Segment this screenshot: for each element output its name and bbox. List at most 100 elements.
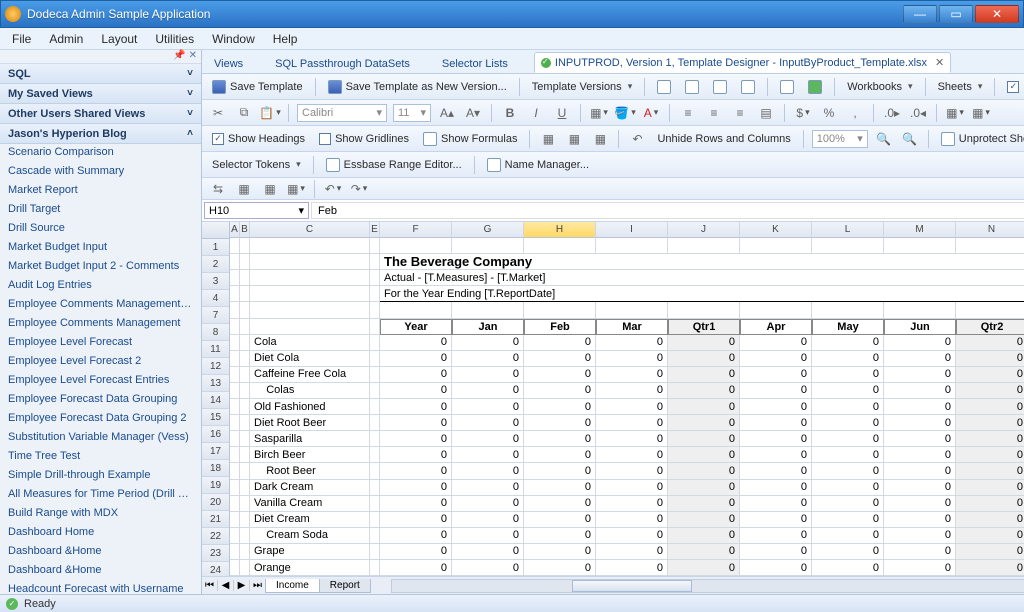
sidebar-item[interactable]: Drill Source bbox=[0, 220, 201, 239]
cell[interactable]: Root Beer bbox=[250, 463, 370, 479]
cell[interactable] bbox=[230, 351, 240, 367]
cell[interactable]: 0 bbox=[668, 335, 740, 351]
border-button[interactable]: ▦ bbox=[589, 104, 609, 122]
styles-button[interactable]: ▦ bbox=[945, 104, 965, 122]
col-header[interactable]: N bbox=[956, 222, 1024, 238]
cell[interactable]: Mar bbox=[596, 319, 668, 335]
cell[interactable] bbox=[370, 351, 380, 367]
tab-sql[interactable]: SQL Passthrough DataSets bbox=[269, 55, 416, 73]
cell[interactable]: 0 bbox=[524, 431, 596, 447]
tb-icon-3[interactable] bbox=[709, 78, 731, 96]
row-header[interactable]: 8 bbox=[202, 324, 229, 341]
cell[interactable]: 0 bbox=[884, 544, 956, 560]
cell[interactable]: For the Year Ending [T.ReportDate] bbox=[380, 286, 1024, 302]
cell[interactable] bbox=[240, 319, 250, 335]
cell[interactable]: 0 bbox=[740, 528, 812, 544]
tb-icon-4[interactable] bbox=[737, 78, 759, 96]
cell[interactable] bbox=[240, 286, 250, 302]
row-header[interactable]: 2 bbox=[202, 256, 229, 273]
cell[interactable] bbox=[370, 238, 380, 254]
cell[interactable]: 0 bbox=[884, 480, 956, 496]
cell[interactable]: 0 bbox=[380, 383, 452, 399]
tb-icon-5[interactable] bbox=[776, 78, 798, 96]
cell[interactable] bbox=[230, 286, 240, 302]
cut-button[interactable]: ✂ bbox=[208, 104, 228, 122]
cell[interactable]: 0 bbox=[380, 399, 452, 415]
cell[interactable]: 0 bbox=[956, 367, 1024, 383]
cell[interactable]: 0 bbox=[956, 496, 1024, 512]
pin-icon[interactable]: 📌 ✕ bbox=[0, 50, 201, 64]
cell[interactable]: 0 bbox=[956, 528, 1024, 544]
cell[interactable]: 0 bbox=[812, 431, 884, 447]
tb-icon-6[interactable] bbox=[804, 78, 826, 96]
tb-icon-1[interactable] bbox=[653, 78, 675, 96]
row-header[interactable]: 17 bbox=[202, 443, 229, 460]
cell[interactable] bbox=[230, 447, 240, 463]
cell[interactable] bbox=[884, 238, 956, 254]
row-header[interactable]: 16 bbox=[202, 426, 229, 443]
sidebar-item[interactable]: Cascade with Summary bbox=[0, 163, 201, 182]
cell[interactable] bbox=[230, 496, 240, 512]
cell[interactable]: Feb bbox=[524, 319, 596, 335]
cell[interactable] bbox=[240, 415, 250, 431]
cell[interactable] bbox=[240, 238, 250, 254]
cell[interactable] bbox=[596, 238, 668, 254]
cell[interactable]: 0 bbox=[524, 335, 596, 351]
tab-active[interactable]: INPUTPROD, Version 1, Template Designer … bbox=[534, 52, 951, 73]
cell[interactable] bbox=[250, 319, 370, 335]
cell[interactable] bbox=[240, 463, 250, 479]
cell[interactable]: 0 bbox=[596, 512, 668, 528]
cell[interactable]: 0 bbox=[452, 383, 524, 399]
cell[interactable]: 0 bbox=[956, 399, 1024, 415]
mini-2[interactable]: ▦ bbox=[234, 180, 254, 198]
sidebar-item[interactable]: All Measures for Time Period (Drill Tar.… bbox=[0, 486, 201, 505]
cell[interactable] bbox=[740, 238, 812, 254]
cell[interactable] bbox=[370, 270, 380, 286]
cell[interactable]: 0 bbox=[596, 367, 668, 383]
cell[interactable]: 0 bbox=[452, 480, 524, 496]
cell[interactable] bbox=[370, 415, 380, 431]
row-header[interactable]: 7 bbox=[202, 307, 229, 324]
row-header[interactable]: 19 bbox=[202, 477, 229, 494]
tab-views[interactable]: Views bbox=[208, 55, 249, 73]
mini-3[interactable]: ▦ bbox=[260, 180, 280, 198]
menu-help[interactable]: Help bbox=[265, 30, 306, 48]
menu-file[interactable]: File bbox=[4, 30, 39, 48]
cell[interactable]: 0 bbox=[740, 447, 812, 463]
cell[interactable]: 0 bbox=[812, 383, 884, 399]
cell[interactable]: 0 bbox=[956, 335, 1024, 351]
cell[interactable] bbox=[370, 254, 380, 270]
cell[interactable]: 0 bbox=[524, 528, 596, 544]
cell[interactable]: 0 bbox=[956, 447, 1024, 463]
cell[interactable]: 0 bbox=[380, 463, 452, 479]
cell[interactable]: Apr bbox=[740, 319, 812, 335]
cell[interactable]: 0 bbox=[812, 480, 884, 496]
cell[interactable] bbox=[370, 496, 380, 512]
cell[interactable] bbox=[370, 335, 380, 351]
show-tabs-toggle[interactable]: ✓Show Tabs bbox=[1003, 79, 1024, 95]
cell[interactable]: 0 bbox=[668, 367, 740, 383]
cell[interactable] bbox=[250, 270, 370, 286]
row-header[interactable]: 12 bbox=[202, 358, 229, 375]
mini-redo[interactable]: ↷ bbox=[349, 180, 369, 198]
sheet-nav[interactable]: ⏮◀▶⏭ bbox=[202, 580, 266, 591]
cell[interactable] bbox=[230, 480, 240, 496]
cell[interactable] bbox=[250, 302, 370, 318]
cell[interactable]: 0 bbox=[812, 544, 884, 560]
align-center-button[interactable]: ≡ bbox=[704, 104, 724, 122]
cell[interactable] bbox=[230, 463, 240, 479]
cell[interactable]: 0 bbox=[668, 399, 740, 415]
cell[interactable] bbox=[240, 528, 250, 544]
cell[interactable]: Year bbox=[380, 319, 452, 335]
close-button[interactable]: ✕ bbox=[975, 5, 1019, 23]
cell[interactable]: 0 bbox=[524, 560, 596, 576]
cell[interactable]: 0 bbox=[452, 512, 524, 528]
cell[interactable] bbox=[370, 367, 380, 383]
row-header[interactable]: 11 bbox=[202, 341, 229, 358]
undo-button[interactable]: ↶ bbox=[627, 130, 647, 148]
cell[interactable]: 0 bbox=[596, 496, 668, 512]
cell[interactable] bbox=[370, 447, 380, 463]
cell[interactable]: 0 bbox=[596, 431, 668, 447]
col-header[interactable]: G bbox=[452, 222, 524, 238]
cell[interactable] bbox=[370, 512, 380, 528]
